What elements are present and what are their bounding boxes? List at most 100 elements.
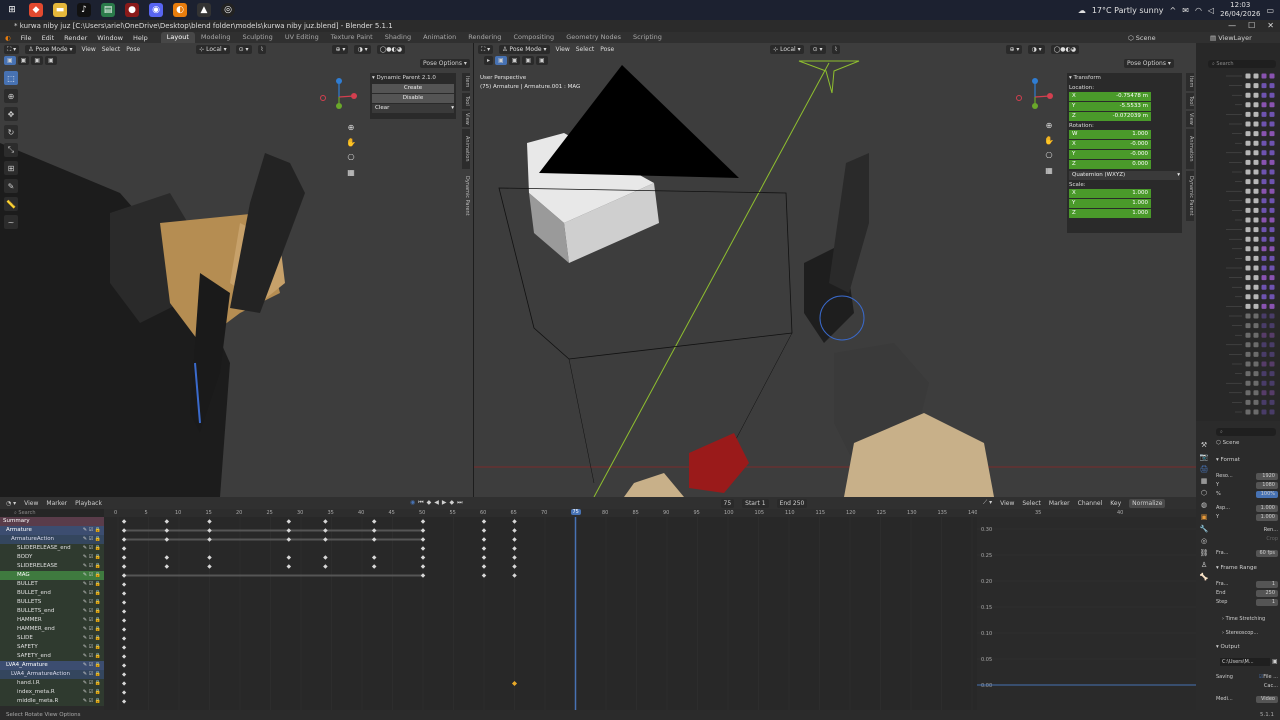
channel-toggle-icons[interactable]: ✎ ☑ 🔒	[83, 607, 101, 616]
channel-search-input[interactable]: ⌕ Search	[0, 509, 104, 517]
spreadsheet-app-icon[interactable]: ▤	[101, 3, 115, 17]
left-tab-animation[interactable]: Animation	[462, 129, 470, 169]
location-y-field[interactable]: Y -5.5533 m	[1069, 102, 1151, 111]
outliner-toggle-icon[interactable]	[1253, 265, 1259, 271]
outliner-toggle-icon[interactable]	[1245, 323, 1251, 329]
outliner-toggle-icon[interactable]	[1261, 361, 1267, 367]
channel-row[interactable]: HAMMER_end ✎ ☑ 🔒	[0, 625, 104, 634]
outliner-toggle-icon[interactable]	[1261, 73, 1267, 79]
right-tab-tool[interactable]: Tool	[1186, 93, 1194, 109]
outliner-toggle-icon[interactable]	[1245, 73, 1251, 79]
scale-tool-icon[interactable]: ⤡	[4, 143, 18, 157]
camera-view-icon[interactable]: ⎔	[345, 151, 357, 163]
outliner-toggle-icon[interactable]	[1245, 246, 1251, 252]
rotation-y-field[interactable]: Y -0.000	[1069, 150, 1151, 159]
notifications-icon[interactable]: ▭	[1266, 6, 1274, 15]
outliner-toggle-icon[interactable]	[1261, 207, 1267, 213]
right-zoom-icon[interactable]: ⊕	[1043, 119, 1055, 131]
select-extend-icon[interactable]: ▣	[17, 56, 30, 65]
right-menu-view[interactable]: View	[556, 46, 570, 53]
aspect-x-field[interactable]: 1.000	[1256, 504, 1278, 512]
right-select-extend-icon[interactable]: ▣	[508, 56, 521, 65]
channel-row[interactable]: HAMMER ✎ ☑ 🔒	[0, 616, 104, 625]
channel-toggle-icons[interactable]: ✎ ☑ 🔒	[83, 598, 101, 607]
jump-end-icon[interactable]: ⏭	[457, 499, 462, 507]
channel-toggle-icons[interactable]: ✎ ☑ 🔒	[83, 670, 101, 679]
ds-menu-marker[interactable]: Marker	[46, 500, 67, 507]
outliner-toggle-icon[interactable]	[1269, 150, 1275, 156]
outliner-toggle-icon[interactable]	[1245, 332, 1251, 338]
outliner-toggle-icon[interactable]	[1253, 217, 1259, 223]
outliner-toggle-icon[interactable]	[1261, 332, 1267, 338]
outliner-toggle-icon[interactable]	[1253, 342, 1259, 348]
channel-toggle-icons[interactable]: ✎ ☑ 🔒	[83, 697, 101, 706]
right-gizmo-button[interactable]: ⊕ ▾	[1006, 44, 1023, 54]
relax-pose-tool-icon[interactable]: ~	[4, 215, 18, 229]
view-layer-selector[interactable]: ▤ ViewLayer	[1210, 34, 1252, 42]
outliner-toggle-icon[interactable]	[1269, 140, 1275, 146]
left-orientation-dropdown[interactable]: ⊹ Local ▾	[196, 44, 230, 54]
outliner-toggle-icon[interactable]	[1245, 159, 1251, 165]
channel-toggle-icons[interactable]: ✎ ☑ 🔒	[83, 571, 101, 580]
channel-row[interactable]: ArmatureAction ✎ ☑ 🔒	[0, 535, 104, 544]
channel-row[interactable]: SLIDERELEASE_end ✎ ☑ 🔒	[0, 544, 104, 553]
tab-modeling[interactable]: Modeling	[195, 32, 237, 43]
outliner-toggle-icon[interactable]	[1245, 342, 1251, 348]
channel-toggle-icons[interactable]: ✎ ☑ 🔒	[83, 535, 101, 544]
outliner-toggle-icon[interactable]	[1261, 169, 1267, 175]
tab-layout[interactable]: Layout	[160, 32, 195, 43]
outliner-toggle-icon[interactable]	[1253, 294, 1259, 300]
select-subtract-icon[interactable]: ▣	[31, 56, 44, 65]
mail-icon[interactable]: ✉	[1182, 6, 1189, 15]
outliner-toggle-icon[interactable]	[1245, 207, 1251, 213]
right-tab-item[interactable]: Item	[1186, 73, 1194, 91]
channel-toggle-icons[interactable]: ✎ ☑ 🔒	[83, 643, 101, 652]
outliner-toggle-icon[interactable]	[1261, 284, 1267, 290]
outliner-toggle-icon[interactable]	[1269, 390, 1275, 396]
stereoscopy-panel[interactable]: › Stereoscop...	[1222, 630, 1258, 636]
normalize-toggle[interactable]: Normalize	[1129, 498, 1166, 508]
channel-row[interactable]: Summary	[0, 517, 104, 526]
transform-tool-icon[interactable]: ⊞	[4, 161, 18, 175]
outliner-toggle-icon[interactable]	[1269, 371, 1275, 377]
outliner-toggle-icon[interactable]	[1261, 150, 1267, 156]
left-snap-button[interactable]: ⌇	[257, 44, 267, 54]
graph-ruler[interactable]: 35 40	[977, 509, 1196, 517]
right-menu-pose[interactable]: Pose	[600, 46, 614, 53]
outliner-toggle-icon[interactable]	[1245, 361, 1251, 367]
outliner-toggle-icon[interactable]	[1261, 246, 1267, 252]
properties-editor[interactable]: ⌕ ⚒ 📷 🖨 ▦ ⬡ ◍ ▣ 🔧 ◎ ⛓ ♙ 🦴 ⬡ Scene ▾ Form…	[1196, 421, 1280, 710]
outliner-toggle-icon[interactable]	[1261, 265, 1267, 271]
outliner-toggle-icon[interactable]	[1261, 323, 1267, 329]
left-pose-options-dropdown[interactable]: Pose Options ▾	[420, 59, 470, 68]
ge-menu-select[interactable]: Select	[1022, 500, 1041, 507]
outliner-toggle-icon[interactable]	[1253, 73, 1259, 79]
outliner-toggle-icon[interactable]	[1269, 73, 1275, 79]
channel-toggle-icons[interactable]: ✎ ☑ 🔒	[83, 589, 101, 598]
rotation-mode-dropdown[interactable]: Quaternion (WXYZ) ▾	[1069, 171, 1180, 180]
disable-button[interactable]: Disable	[372, 94, 454, 103]
properties-search-input[interactable]: ⌕	[1216, 428, 1276, 436]
left-tab-tool[interactable]: Tool	[462, 93, 470, 109]
end-frame-field[interactable]: End 250	[776, 498, 808, 508]
outliner-toggle-icon[interactable]	[1253, 284, 1259, 290]
channel-row[interactable]: middle_meta.R ✎ ☑ 🔒	[0, 697, 104, 706]
graph-editor-type-icon[interactable]: ⟋ ▾	[983, 499, 992, 507]
brave-browser-icon[interactable]: ◆	[29, 3, 43, 17]
outliner-toggle-icon[interactable]	[1245, 217, 1251, 223]
clock[interactable]: 12:03 26/04/2026	[1220, 1, 1260, 19]
outliner-toggle-icon[interactable]	[1261, 159, 1267, 165]
tab-rendering[interactable]: Rendering	[462, 32, 507, 43]
channel-toggle-icons[interactable]: ✎ ☑ 🔒	[83, 616, 101, 625]
channel-toggle-icons[interactable]: ✎ ☑ 🔒	[83, 634, 101, 643]
outliner-toggle-icon[interactable]	[1253, 255, 1259, 261]
channel-row[interactable]: BULLETS_end ✎ ☑ 🔒	[0, 607, 104, 616]
outliner-toggle-icon[interactable]	[1269, 217, 1275, 223]
outliner-toggle-icon[interactable]	[1253, 83, 1259, 89]
outliner-toggle-icon[interactable]	[1261, 83, 1267, 89]
outliner-toggle-icon[interactable]	[1245, 303, 1251, 309]
frame-end-field[interactable]: 250	[1256, 589, 1278, 597]
outliner-toggle-icon[interactable]	[1245, 409, 1251, 415]
right-pan-hand-icon[interactable]: ✋	[1043, 134, 1055, 146]
menu-edit[interactable]: Edit	[37, 34, 60, 42]
